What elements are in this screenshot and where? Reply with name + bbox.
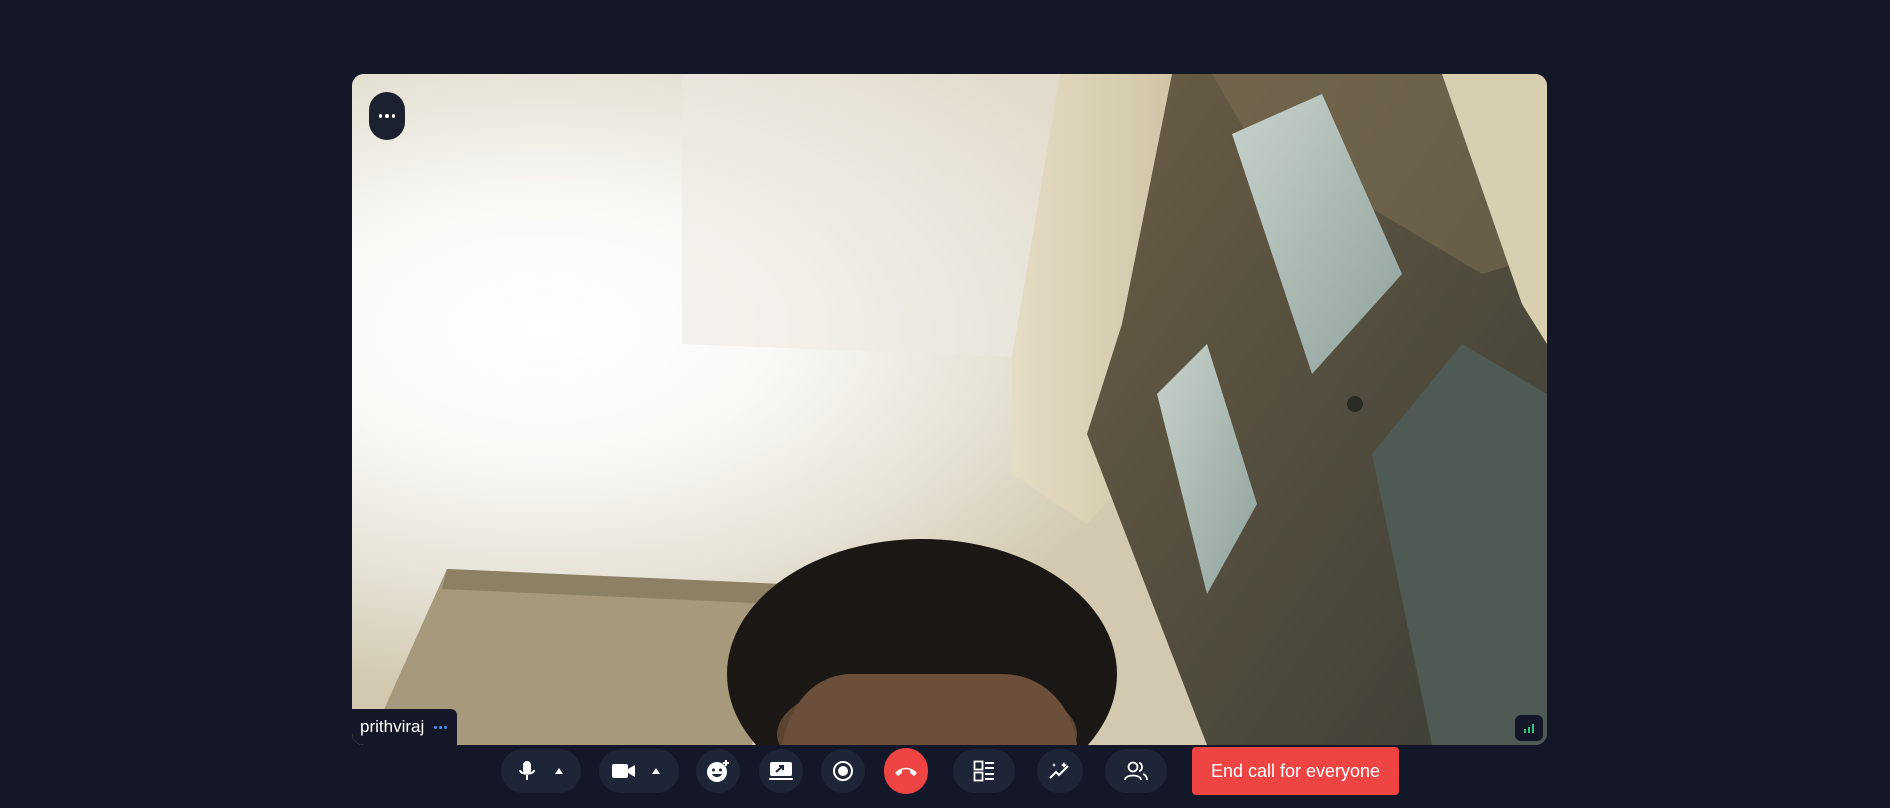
camera-control <box>599 749 679 793</box>
record-icon <box>832 760 854 782</box>
share-screen-button[interactable] <box>759 749 803 793</box>
users-icon <box>1123 760 1149 782</box>
more-horizontal-icon <box>378 114 396 118</box>
camera-feed <box>352 74 1547 745</box>
participant-name-tag: prithviraj <box>352 709 458 745</box>
effects-button[interactable] <box>1037 749 1083 793</box>
caret-up-icon[interactable] <box>554 767 564 775</box>
phone-hangup-icon <box>893 764 919 778</box>
video-camera-icon[interactable] <box>611 762 637 780</box>
record-button[interactable] <box>821 749 865 793</box>
leave-call-button[interactable] <box>884 748 928 794</box>
caret-up-icon[interactable] <box>651 767 661 775</box>
participant-name: prithviraj <box>360 717 425 736</box>
network-signal-icon <box>1515 715 1543 741</box>
call-controls-bar: End call for everyone <box>0 745 1890 795</box>
screen-share-icon <box>768 760 794 782</box>
meeting-stage: prithviraj End call for everyone <box>0 0 1890 808</box>
layout-button[interactable] <box>953 749 1015 793</box>
participants-button[interactable] <box>1105 749 1167 793</box>
participant-video-tile: prithviraj <box>352 74 1547 745</box>
sparkles-icon <box>1048 760 1072 782</box>
microphone-control <box>501 749 581 793</box>
reactions-button[interactable] <box>696 749 740 793</box>
layout-icon <box>973 760 995 782</box>
end-call-for-everyone-button[interactable]: End call for everyone <box>1192 747 1399 795</box>
microphone-icon[interactable] <box>517 760 537 782</box>
tile-options-button[interactable] <box>369 92 405 140</box>
more-dots-icon[interactable] <box>434 725 448 729</box>
emoji-icon <box>705 758 731 784</box>
